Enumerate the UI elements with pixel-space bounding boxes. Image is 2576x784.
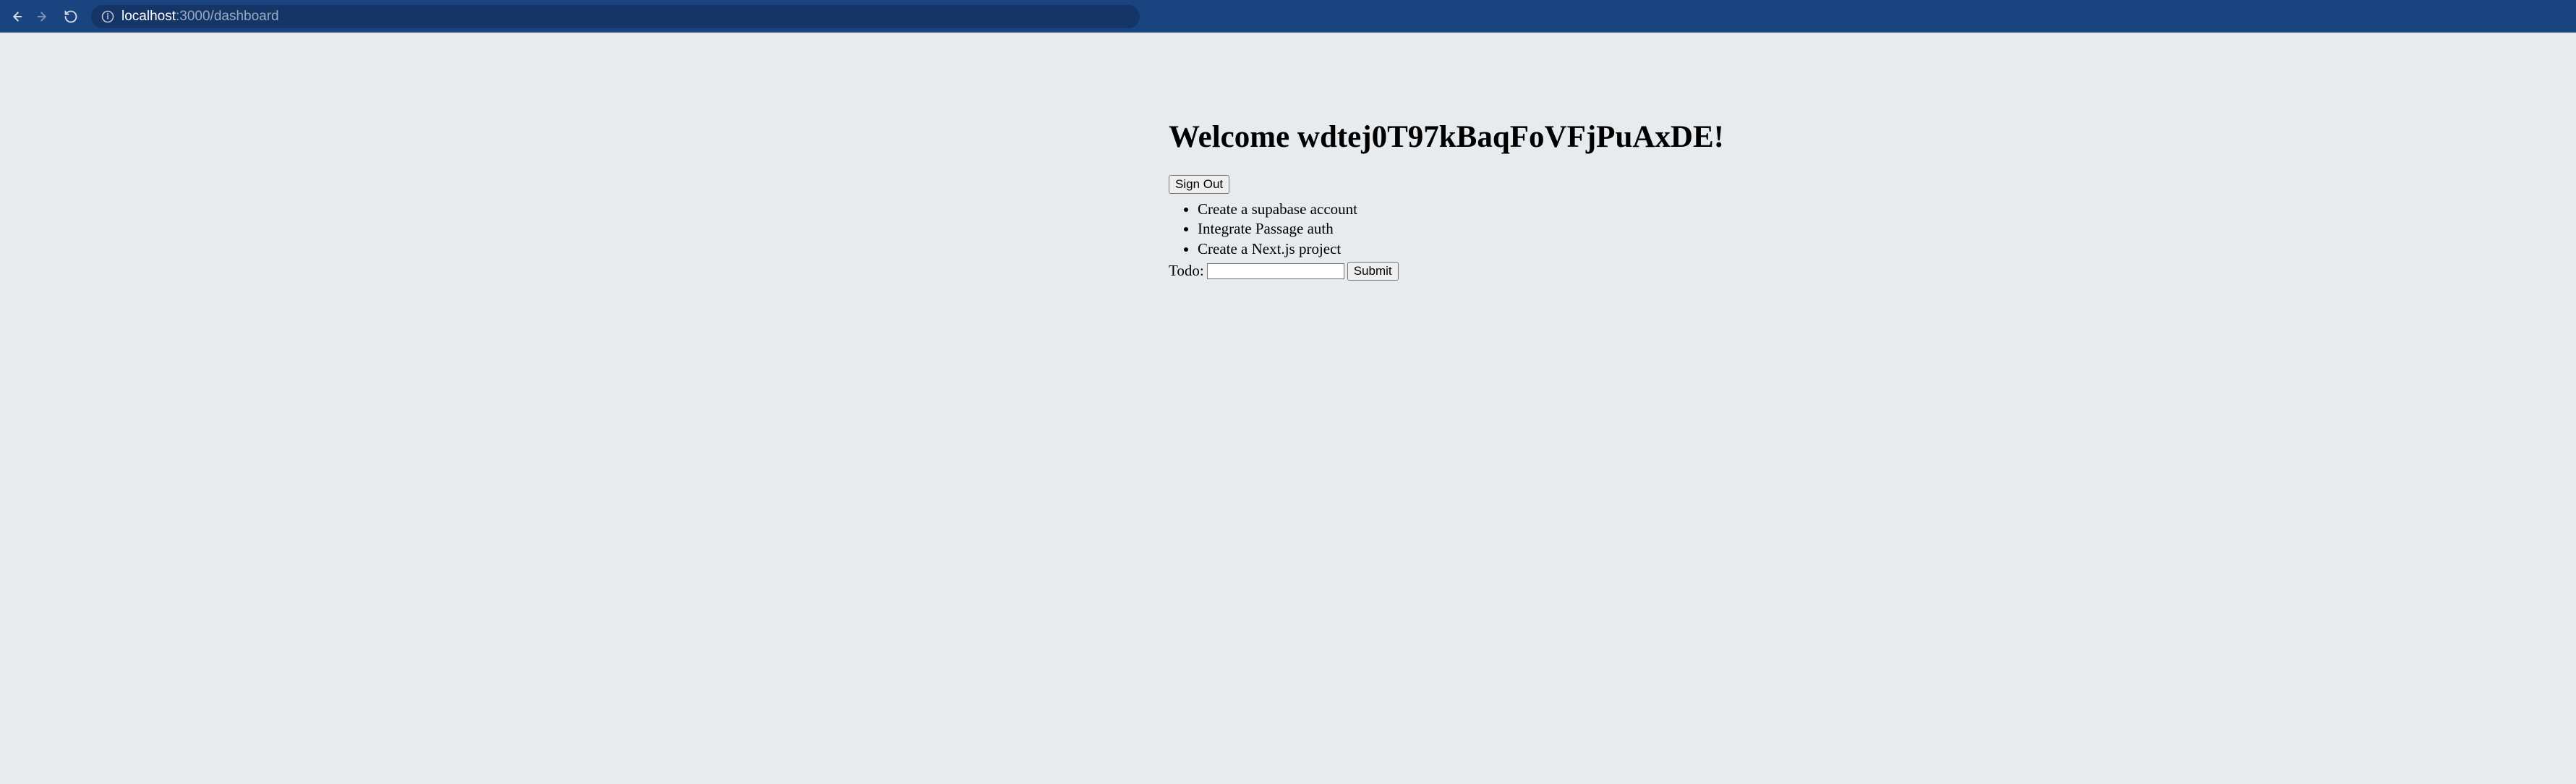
todo-form: Todo: Submit — [1169, 262, 1838, 281]
info-icon[interactable] — [101, 10, 114, 23]
todo-label: Todo: — [1169, 262, 1204, 280]
browser-toolbar: localhost:3000/dashboard — [0, 0, 2576, 33]
back-icon[interactable] — [7, 8, 25, 25]
url-path: :3000/dashboard — [176, 9, 279, 24]
nav-button-group — [7, 8, 85, 25]
sign-out-button[interactable]: Sign Out — [1169, 175, 1229, 194]
page-title: Welcome wdtej0T97kBaqFoVFjPuAxDE! — [1169, 119, 1838, 155]
list-item: Create a Next.js project — [1198, 239, 1838, 259]
forward-icon[interactable] — [35, 8, 52, 25]
todo-list: Create a supabase account Integrate Pass… — [1169, 200, 1838, 259]
url-text: localhost:3000/dashboard — [121, 9, 279, 25]
list-item: Integrate Passage auth — [1198, 219, 1838, 239]
submit-button[interactable]: Submit — [1347, 262, 1399, 281]
reload-icon[interactable] — [62, 8, 80, 25]
list-item: Create a supabase account — [1198, 200, 1838, 219]
address-bar[interactable]: localhost:3000/dashboard — [91, 5, 1140, 28]
todo-input[interactable] — [1207, 263, 1344, 279]
url-host: localhost — [121, 9, 176, 24]
page-body: Welcome wdtej0T97kBaqFoVFjPuAxDE! Sign O… — [0, 33, 2576, 281]
